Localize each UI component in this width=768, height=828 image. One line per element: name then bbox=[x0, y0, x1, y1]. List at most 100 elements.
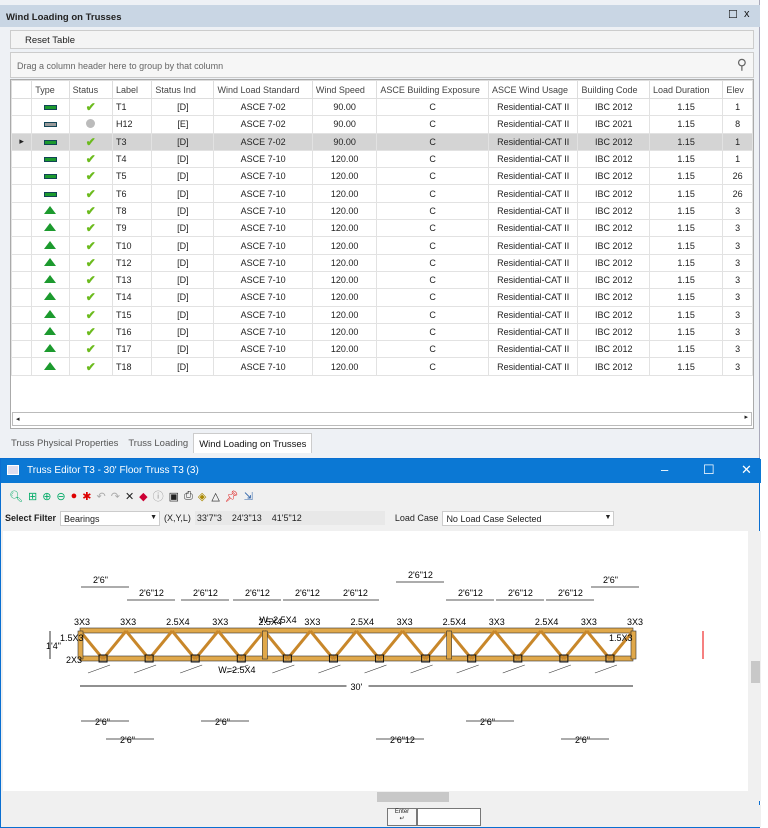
row-indicator[interactable] bbox=[11, 184, 33, 203]
row-indicator[interactable] bbox=[11, 322, 33, 342]
table-row[interactable]: ✔ T14 [D] ASCE 7-10 120.00 C Residential-CAT I… bbox=[11, 288, 753, 307]
cell-dur: 1.15 bbox=[648, 219, 724, 238]
toolbar: 🔍︎ ⊞ ⊕ ⊖ ● ✱ ↶ ↷ ✕ ◆ ⓘ ▣ ⎙ ◈ △ 📌︎ ⇲ bbox=[5, 485, 257, 507]
triangle-icon[interactable]: △ bbox=[211, 490, 219, 503]
row-indicator[interactable] bbox=[11, 219, 33, 238]
row-indicator[interactable] bbox=[11, 115, 33, 134]
zoom-in-icon[interactable]: ⊕ bbox=[42, 490, 51, 503]
cell-std: ASCE 7-10 bbox=[213, 201, 313, 221]
info-icon[interactable]: ⓘ bbox=[153, 488, 164, 504]
cell-usage: Residential-CAT II bbox=[487, 219, 579, 238]
row-indicator[interactable] bbox=[11, 253, 33, 272]
canvas-horizontal-scrollbar[interactable] bbox=[3, 791, 748, 803]
table-row[interactable]: ▸ ✔ T3 [D] ASCE 7-02 90.00 C Residential-CAT II… bbox=[11, 132, 753, 151]
column-header[interactable]: Wind Speed bbox=[311, 80, 378, 99]
save-icon[interactable]: ▣ bbox=[169, 490, 179, 503]
load-case-dropdown[interactable]: No Load Case Selected ▼ bbox=[442, 510, 615, 526]
tab-truss-physical-properties[interactable]: Truss Physical Properties bbox=[6, 433, 123, 453]
table-row[interactable]: ✔ T15 [D] ASCE 7-10 120.00 C Residential-CAT I… bbox=[11, 305, 753, 324]
select-filter-label: Select Filter bbox=[5, 513, 57, 523]
enter-button[interactable]: Enter ↵ bbox=[387, 808, 417, 826]
tab-truss-loading[interactable]: Truss Loading bbox=[123, 433, 193, 453]
cell-exp: C bbox=[376, 97, 489, 117]
minimize-button[interactable]: – bbox=[661, 462, 668, 477]
column-header[interactable]: ASCE Wind Usage bbox=[487, 80, 579, 99]
table-row[interactable]: ✔ T16 [D] ASCE 7-10 120.00 C Residential-CAT I… bbox=[11, 322, 753, 342]
hatch bbox=[410, 664, 433, 674]
tab-wind-loading[interactable]: Wind Loading on Trusses bbox=[193, 433, 313, 453]
table-row[interactable]: ✔ T12 [D] ASCE 7-10 120.00 C Residential-CAT I… bbox=[11, 253, 753, 272]
column-header[interactable]: Status Ind bbox=[151, 80, 215, 99]
row-indicator[interactable] bbox=[11, 201, 33, 221]
pin-icon[interactable]: 📌︎ bbox=[225, 490, 239, 503]
zoom-window-icon[interactable]: ⊞ bbox=[28, 490, 37, 503]
row-indicator[interactable]: ▸ bbox=[11, 132, 33, 151]
span-label: 30' bbox=[351, 682, 363, 692]
select-filter-dropdown[interactable]: Bearings ▼ bbox=[60, 510, 161, 526]
column-header[interactable]: Status bbox=[68, 80, 113, 99]
row-indicator[interactable] bbox=[11, 236, 33, 255]
row-indicator[interactable] bbox=[11, 149, 33, 169]
column-header[interactable]: Label bbox=[111, 80, 153, 99]
close-button[interactable]: ✕ bbox=[741, 462, 752, 478]
row-indicator[interactable] bbox=[11, 167, 33, 186]
row-indicator[interactable] bbox=[11, 305, 33, 324]
horizontal-scrollbar[interactable]: ◂ ▸ bbox=[12, 412, 752, 426]
hatch bbox=[364, 664, 387, 674]
column-header[interactable]: Elev bbox=[722, 80, 753, 99]
table-row[interactable]: H12 [E] ASCE 7-02 90.00 C Residential-CAT II I… bbox=[11, 115, 753, 134]
truss-drawing[interactable]: 3X3 3X3 2.5X4 3X3 2.5X4 3X3 2.5X4 3X3 2.5X4 3X3 2.… bbox=[3, 531, 748, 799]
table-row[interactable]: ✔ T6 [D] ASCE 7-10 120.00 C Residential-CAT II… bbox=[11, 184, 753, 203]
roof-truss-icon bbox=[44, 361, 57, 370]
truss-canvas[interactable]: 3X3 3X3 2.5X4 3X3 2.5X4 3X3 2.5X4 3X3 2.5X4 3X3 2.… bbox=[3, 531, 748, 799]
search-icon[interactable]: ⚲ bbox=[737, 56, 747, 73]
table-row[interactable]: ✔ T5 [D] ASCE 7-10 120.00 C Residential-CAT II… bbox=[11, 167, 753, 186]
cell-std: ASCE 7-10 bbox=[213, 253, 313, 272]
table-row[interactable]: ✔ T17 [D] ASCE 7-10 120.00 C Residential-CAT I… bbox=[11, 340, 753, 359]
view-3d-icon[interactable]: ◈ bbox=[198, 490, 206, 503]
print-icon[interactable]: ⎙ bbox=[184, 490, 193, 503]
column-header[interactable]: ASCE Building Exposure bbox=[376, 80, 489, 99]
row-indicator[interactable] bbox=[11, 288, 33, 307]
close-icon[interactable]: x bbox=[744, 8, 750, 20]
snap-icon[interactable]: ✱ bbox=[82, 490, 91, 503]
maximize-button[interactable]: ☐ bbox=[703, 462, 715, 478]
top-dim-label: 2'6"12 bbox=[558, 588, 583, 598]
check-icon: ✔ bbox=[85, 255, 96, 270]
table-row[interactable]: ✔ T10 [D] ASCE 7-10 120.00 C Residential-CAT I… bbox=[11, 236, 753, 255]
select-pointer-icon[interactable]: ● bbox=[71, 490, 78, 502]
undo-icon[interactable]: ↶ bbox=[97, 490, 106, 503]
scroll-left-icon[interactable]: ◂ bbox=[13, 416, 20, 423]
cell-code: IBC 2012 bbox=[577, 305, 650, 324]
table-row[interactable]: ✔ T1 [D] ASCE 7-02 90.00 C Residential-CAT II I… bbox=[11, 97, 753, 117]
table-row[interactable]: ✔ T18 [D] ASCE 7-10 120.00 C Residential-CAT I… bbox=[11, 357, 753, 376]
maximize-icon[interactable]: ☐ bbox=[728, 8, 738, 21]
shapes-icon[interactable]: ◆ bbox=[139, 490, 147, 503]
panel-tabs: Truss Physical Properties Truss Loading … bbox=[6, 433, 313, 453]
zoom-icon[interactable]: 🔍︎ bbox=[9, 490, 23, 503]
column-header[interactable]: Building Code bbox=[577, 80, 650, 99]
scroll-right-icon[interactable]: ▸ bbox=[744, 413, 748, 421]
vertical-scrollbar[interactable] bbox=[749, 531, 761, 801]
export-icon[interactable]: ⇲ bbox=[244, 490, 253, 503]
table-row[interactable]: ✔ T9 [D] ASCE 7-10 120.00 C Residential-CAT II… bbox=[11, 219, 753, 238]
command-input[interactable] bbox=[417, 808, 481, 826]
column-header[interactable]: Load Duration bbox=[648, 80, 724, 99]
table-row[interactable]: ✔ T4 [D] ASCE 7-10 120.00 C Residential-CAT II… bbox=[11, 149, 753, 169]
row-indicator[interactable] bbox=[11, 97, 33, 117]
cell-dur: 1.15 bbox=[648, 167, 724, 186]
column-header[interactable]: Type bbox=[31, 80, 70, 99]
top-dim-label: 2'6"12 bbox=[408, 570, 433, 580]
delete-icon[interactable]: ✕ bbox=[125, 490, 134, 503]
check-icon: ✔ bbox=[85, 290, 96, 305]
zoom-out-icon[interactable]: ⊖ bbox=[56, 490, 65, 503]
redo-icon[interactable]: ↷ bbox=[111, 490, 120, 503]
table-row[interactable]: ✔ T8 [D] ASCE 7-10 120.00 C Residential-CAT II… bbox=[11, 201, 753, 221]
table-row[interactable]: ✔ T13 [D] ASCE 7-10 120.00 C Residential-CAT I… bbox=[11, 270, 753, 290]
reset-table-button[interactable]: Reset Table bbox=[10, 30, 754, 49]
column-header[interactable]: Wind Load Standard bbox=[213, 80, 313, 99]
cell-elev: 3 bbox=[722, 236, 753, 255]
row-indicator[interactable] bbox=[11, 340, 33, 359]
row-indicator[interactable] bbox=[11, 357, 33, 376]
row-indicator[interactable] bbox=[11, 270, 33, 290]
